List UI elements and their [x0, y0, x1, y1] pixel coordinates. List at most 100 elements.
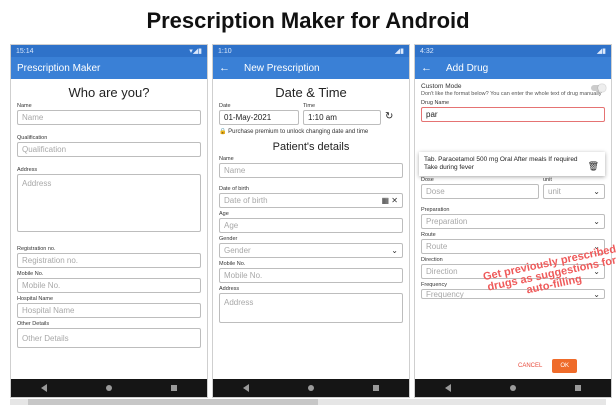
- status-bar: 15:14 ▾◢▮: [11, 45, 207, 57]
- custom-mode-desc: Don't like the format below? You can ent…: [421, 91, 602, 97]
- nav-back-icon[interactable]: [242, 384, 249, 392]
- chevron-down-icon: ⌄: [593, 289, 600, 299]
- nav-recent-icon[interactable]: [373, 385, 380, 391]
- nav-recent-icon[interactable]: [171, 385, 178, 391]
- horizontal-scrollbar[interactable]: [10, 399, 606, 405]
- patient-name-field[interactable]: Name: [219, 163, 403, 178]
- other-details-field[interactable]: Other Details: [17, 328, 201, 348]
- status-bar: 4:32 ◢▮: [415, 45, 611, 57]
- cancel-button[interactable]: CANCEL: [518, 363, 542, 369]
- address-field[interactable]: Address: [17, 174, 201, 232]
- banner-title: Prescription Maker for Android: [146, 8, 470, 33]
- nav-bar: [11, 379, 207, 397]
- unit-select[interactable]: unit ⌄: [543, 184, 605, 199]
- app-bar: ← Add Drug: [415, 57, 611, 79]
- nav-back-icon[interactable]: [40, 384, 47, 392]
- gender-placeholder: Gender: [224, 246, 251, 255]
- nav-bar: [415, 379, 611, 397]
- drug-name-label: Drug Name: [421, 100, 450, 106]
- app-bar-title: Prescription Maker: [17, 62, 101, 74]
- ok-button[interactable]: OK: [552, 359, 577, 373]
- nav-home-icon[interactable]: [105, 385, 112, 391]
- mobile-field[interactable]: Mobile No.: [17, 278, 201, 293]
- drug-name-field[interactable]: par: [421, 107, 605, 122]
- unit-label: unit: [543, 177, 552, 183]
- dose-field[interactable]: Dose: [421, 184, 539, 199]
- phone-screen-add-drug: 4:32 ◢▮ ← Add Drug Custom Mode Don't lik…: [414, 44, 612, 398]
- status-time: 4:32: [420, 47, 434, 55]
- gender-label: Gender: [219, 236, 238, 242]
- patient-name-label: Name: [219, 156, 234, 162]
- patient-address-label: Address: [219, 286, 240, 292]
- phone-screen-profile: 15:14 ▾◢▮ Prescription Maker Who are you…: [10, 44, 208, 398]
- nav-recent-icon[interactable]: [575, 385, 582, 391]
- app-bar-title: New Prescription: [244, 62, 320, 74]
- name-field[interactable]: Name: [17, 110, 201, 125]
- page-heading: Who are you?: [68, 85, 150, 100]
- dob-placeholder: Date of birth: [224, 196, 268, 205]
- hospital-field[interactable]: Hospital Name: [17, 303, 201, 318]
- app-bar: Prescription Maker: [11, 57, 207, 79]
- chevron-down-icon: ⌄: [391, 246, 398, 255]
- suggestion-line-2: Take during fever: [424, 164, 474, 171]
- status-time: 15:14: [16, 47, 34, 55]
- age-label: Age: [219, 211, 229, 217]
- preparation-label: Preparation: [421, 207, 450, 213]
- route-label: Route: [421, 232, 436, 238]
- patient-heading: Patient's details: [272, 141, 350, 153]
- nav-bar: [213, 379, 409, 397]
- direction-placeholder: Direction: [426, 267, 458, 276]
- dob-label: Date of birth: [219, 186, 249, 192]
- status-bar: 1:10 ◢▮: [213, 45, 409, 57]
- age-field[interactable]: Age: [219, 218, 403, 233]
- trash-icon[interactable]: 🗑: [588, 162, 599, 171]
- patient-address-field[interactable]: Address: [219, 293, 403, 323]
- status-time: 1:10: [218, 47, 232, 55]
- back-arrow-icon[interactable]: ←: [219, 62, 230, 74]
- nav-back-icon[interactable]: [444, 384, 451, 392]
- frequency-placeholder: Frequency: [426, 289, 464, 299]
- chevron-down-icon: ⌄: [593, 187, 600, 196]
- date-field[interactable]: 01-May-2021: [219, 110, 299, 125]
- hospital-label: Hospital Name: [17, 296, 54, 302]
- app-bar: ← New Prescription: [213, 57, 409, 79]
- dialog-buttons: CANCEL OK: [518, 359, 577, 373]
- lock-icon: 🔒: [219, 129, 227, 135]
- patient-mobile-label: Mobile No.: [219, 261, 246, 267]
- nav-home-icon[interactable]: [509, 385, 516, 391]
- preparation-select[interactable]: Preparation ⌄: [421, 214, 605, 229]
- chevron-down-icon: ⌄: [593, 217, 600, 226]
- registration-label: Registration no.: [17, 246, 56, 252]
- premium-note-text: Purchase premium to unlock changing date…: [228, 129, 369, 135]
- name-label: Name: [17, 103, 32, 109]
- nav-home-icon[interactable]: [307, 385, 314, 391]
- date-label: Date: [219, 103, 231, 109]
- registration-field[interactable]: Registration no.: [17, 253, 201, 268]
- signal-battery-icon: ◢▮: [596, 48, 606, 55]
- dob-field[interactable]: Date of birth ▦ ✕: [219, 193, 403, 208]
- drug-suggestion-popup[interactable]: Tab. Paracetamol 500 mg Oral After meals…: [419, 152, 605, 176]
- qualification-field[interactable]: Qualification: [17, 142, 201, 157]
- premium-note: 🔒 Purchase premium to unlock changing da…: [219, 128, 403, 135]
- scrollbar-thumb[interactable]: [28, 399, 318, 405]
- suggestion-line-1: Tab. Paracetamol 500 mg Oral After meals…: [424, 156, 578, 163]
- mobile-label: Mobile No.: [17, 271, 44, 277]
- qualification-label: Qualification: [17, 135, 48, 141]
- unit-placeholder: unit: [548, 187, 561, 196]
- signal-battery-icon: ▾◢▮: [189, 48, 202, 55]
- calendar-icon[interactable]: ▦ ✕: [382, 196, 398, 205]
- time-field[interactable]: 1:10 am: [303, 110, 381, 125]
- refresh-icon[interactable]: ↻: [385, 100, 393, 125]
- custom-mode-label: Custom Mode: [421, 83, 462, 90]
- patient-mobile-field[interactable]: Mobile No.: [219, 268, 403, 283]
- date-time-heading: Date & Time: [275, 85, 347, 100]
- time-label: Time: [303, 103, 316, 109]
- signal-battery-icon: ◢▮: [394, 48, 404, 55]
- back-arrow-icon[interactable]: ←: [421, 62, 432, 74]
- app-bar-title: Add Drug: [446, 62, 489, 74]
- preparation-placeholder: Preparation: [426, 217, 468, 226]
- route-placeholder: Route: [426, 242, 448, 251]
- gender-select[interactable]: Gender ⌄: [219, 243, 403, 258]
- dose-label: Dose: [421, 177, 434, 183]
- phone-screen-new-prescription: 1:10 ◢▮ ← New Prescription Date & Time D…: [212, 44, 410, 398]
